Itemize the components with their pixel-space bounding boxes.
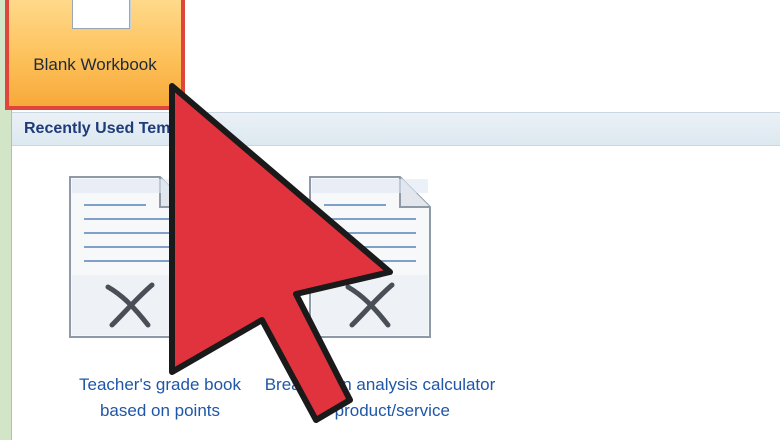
- excel-template-icon: [68, 175, 192, 339]
- template-name-line1: Break-even analysis calculator: [264, 375, 496, 394]
- template-name[interactable]: Break-even analysis calculator for produ…: [260, 372, 500, 424]
- template-name-line1: Teacher's grade book: [78, 375, 241, 394]
- template-item-break-even[interactable]: Break-even analysis calculator for produ…: [260, 170, 500, 432]
- blank-workbook-tile[interactable]: Blank Workbook: [5, 0, 185, 110]
- blank-document-icon: [72, 0, 130, 29]
- template-item-grade-book[interactable]: Teacher's grade book based on points: [40, 170, 280, 432]
- template-name-line2: based on points: [99, 401, 221, 420]
- section-title: Recently Used Templates: [24, 120, 217, 137]
- new-workbook-panel: Blank Workbook Recently Used Templates T…: [0, 0, 780, 440]
- recently-used-templates-header: Recently Used Templates: [12, 112, 780, 146]
- blank-workbook-label: Blank Workbook: [33, 55, 157, 74]
- template-name[interactable]: Teacher's grade book based on points: [40, 372, 280, 424]
- excel-template-icon: [308, 175, 432, 339]
- template-name-line2: for product/service: [310, 401, 450, 420]
